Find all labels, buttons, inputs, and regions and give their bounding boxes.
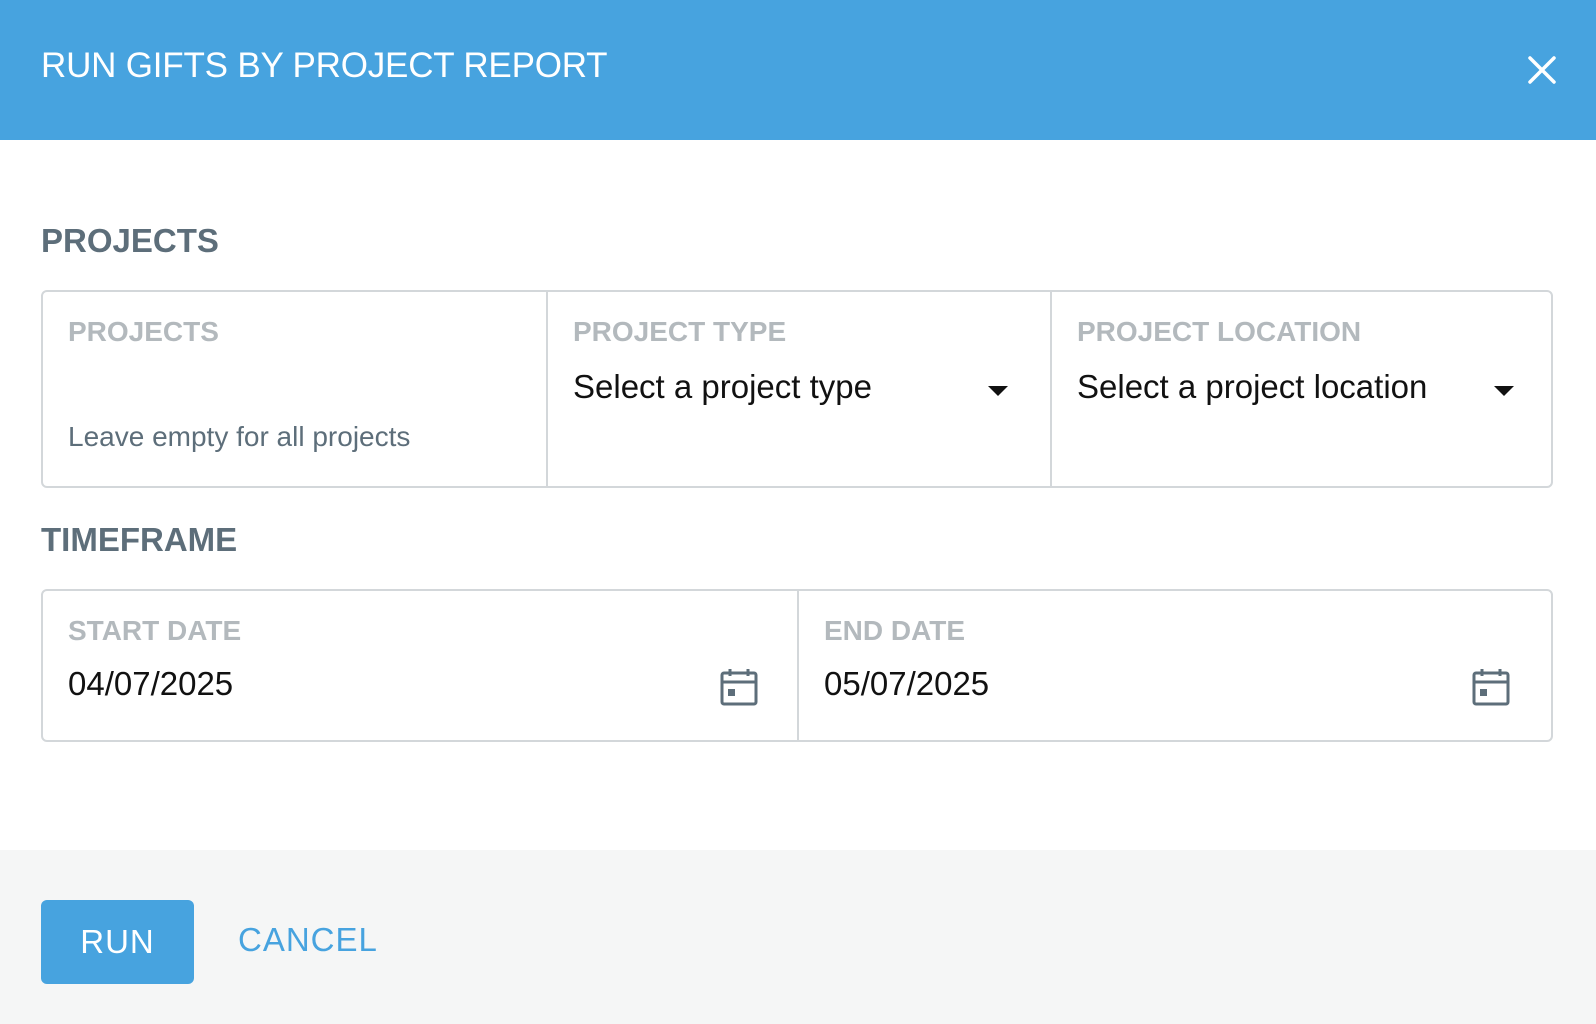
projects-field[interactable]: PROJECTS Leave empty for all projects (43, 292, 548, 486)
projects-section-heading: PROJECTS (41, 222, 219, 259)
project-location-selected-value: Select a project location (1077, 368, 1428, 405)
cancel-button[interactable]: CANCEL (238, 921, 378, 959)
projects-panel: PROJECTS Leave empty for all projects PR… (41, 290, 1553, 488)
report-dialog: RUN GIFTS BY PROJECT REPORT PROJECTS PRO… (0, 0, 1596, 1024)
calendar-icon[interactable] (719, 667, 759, 707)
dialog-footer: RUN CANCEL (0, 850, 1596, 1024)
close-button[interactable] (1522, 50, 1562, 90)
end-date-label: END DATE (824, 615, 966, 646)
project-location-select[interactable]: PROJECT LOCATION Select a project locati… (1052, 292, 1551, 486)
run-button[interactable]: RUN (41, 900, 194, 984)
end-date-field[interactable]: END DATE 05/07/2025 (799, 591, 1551, 740)
projects-hint: Leave empty for all projects (68, 421, 411, 452)
dialog-header: RUN GIFTS BY PROJECT REPORT (0, 0, 1596, 140)
chevron-down-icon (988, 386, 1008, 396)
chevron-down-icon (1494, 386, 1514, 396)
start-date-label: START DATE (68, 615, 242, 646)
dialog-title: RUN GIFTS BY PROJECT REPORT (41, 46, 608, 85)
project-location-label: PROJECT LOCATION (1077, 316, 1362, 347)
projects-field-label: PROJECTS (68, 316, 219, 347)
project-type-label: PROJECT TYPE (573, 316, 787, 347)
project-type-selected-value: Select a project type (573, 368, 872, 405)
start-date-input[interactable]: 04/07/2025 (68, 665, 233, 703)
close-icon (1528, 56, 1556, 84)
calendar-icon[interactable] (1471, 667, 1511, 707)
timeframe-panel: START DATE 04/07/2025 END DATE 05/07/202… (41, 589, 1553, 742)
timeframe-section-heading: TIMEFRAME (41, 521, 238, 558)
end-date-input[interactable]: 05/07/2025 (824, 665, 989, 703)
project-type-select[interactable]: PROJECT TYPE Select a project type (548, 292, 1052, 486)
start-date-field[interactable]: START DATE 04/07/2025 (43, 591, 799, 740)
